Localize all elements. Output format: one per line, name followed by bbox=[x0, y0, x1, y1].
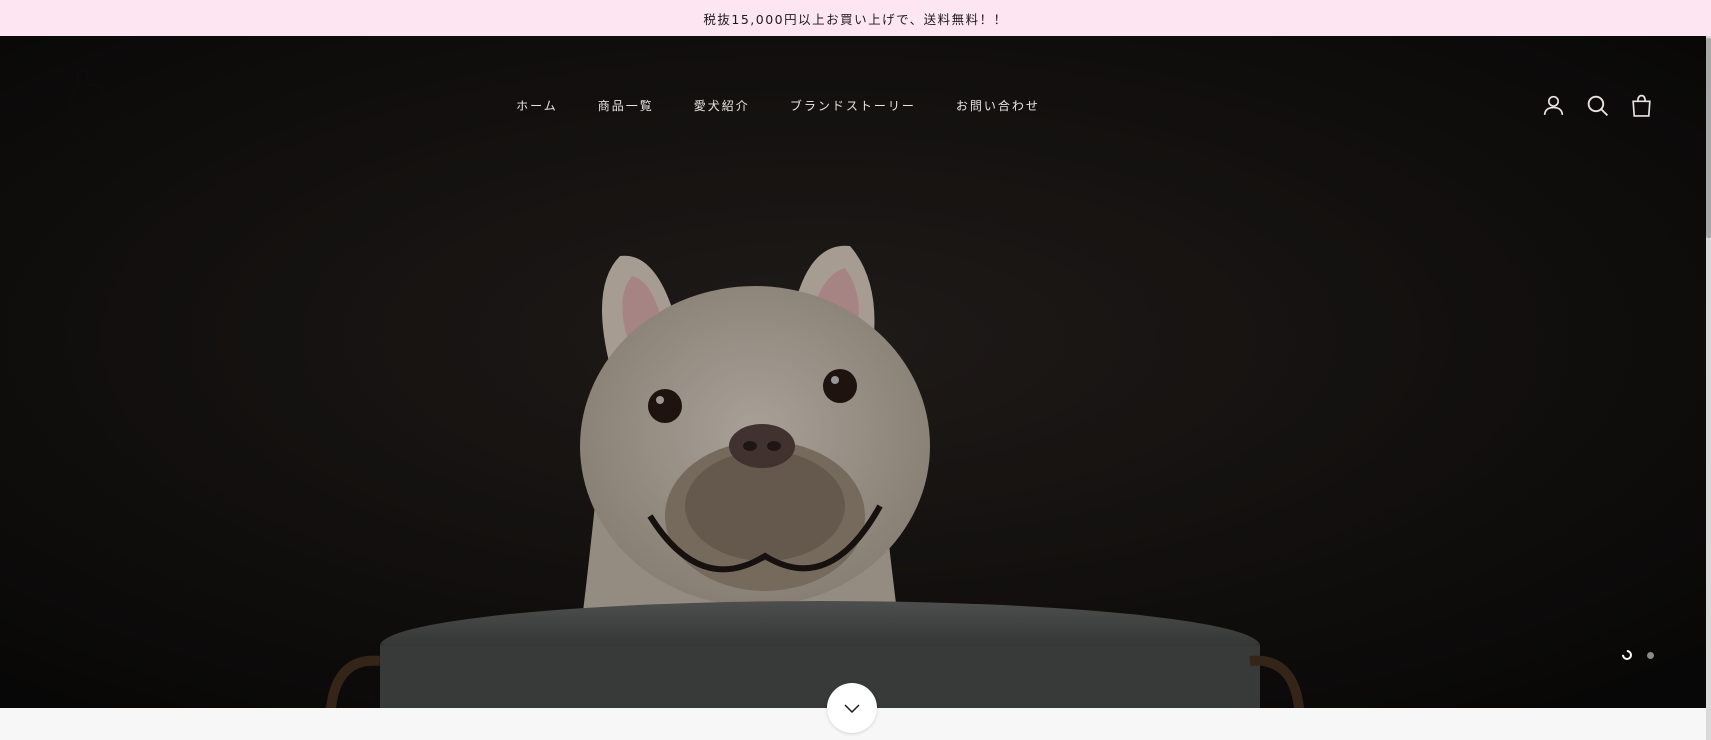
slide-dots bbox=[1619, 647, 1654, 663]
nav-item-home[interactable]: ホーム bbox=[516, 97, 558, 114]
site-header: SNORE 512 ホーム 商品一覧 愛犬紹介 ブランドストーリー お問い合わせ bbox=[0, 36, 1706, 181]
slide-dot-1[interactable] bbox=[1619, 647, 1635, 663]
brand-sub: 512 bbox=[86, 171, 107, 181]
announcement-bar: 税抜15,000円以上お買い上げで、送料無料！！ bbox=[0, 0, 1711, 36]
main-nav: ホーム 商品一覧 愛犬紹介 ブランドストーリー お問い合わせ bbox=[0, 97, 1706, 114]
nav-item-brand-story[interactable]: ブランドストーリー bbox=[790, 97, 916, 114]
nav-item-contact[interactable]: お問い合わせ bbox=[956, 97, 1040, 114]
chevron-down-icon bbox=[844, 704, 860, 714]
brand-logo[interactable]: SNORE 512 bbox=[58, 64, 130, 184]
announcement-text: 税抜15,000円以上お買い上げで、送料無料！！ bbox=[703, 11, 1008, 27]
page-scrollbar[interactable] bbox=[1706, 36, 1711, 740]
scroll-down-button[interactable] bbox=[827, 683, 877, 733]
header-icons bbox=[1541, 93, 1654, 118]
search-icon[interactable] bbox=[1585, 93, 1610, 118]
nav-item-dogs[interactable]: 愛犬紹介 bbox=[694, 97, 750, 114]
slide-dot-2[interactable] bbox=[1647, 651, 1654, 659]
cart-icon[interactable] bbox=[1629, 93, 1654, 118]
account-icon[interactable] bbox=[1541, 93, 1566, 118]
brand-name: SNORE bbox=[69, 154, 122, 169]
scrollbar-thumb[interactable] bbox=[1706, 38, 1711, 238]
nav-item-products[interactable]: 商品一覧 bbox=[598, 97, 654, 114]
